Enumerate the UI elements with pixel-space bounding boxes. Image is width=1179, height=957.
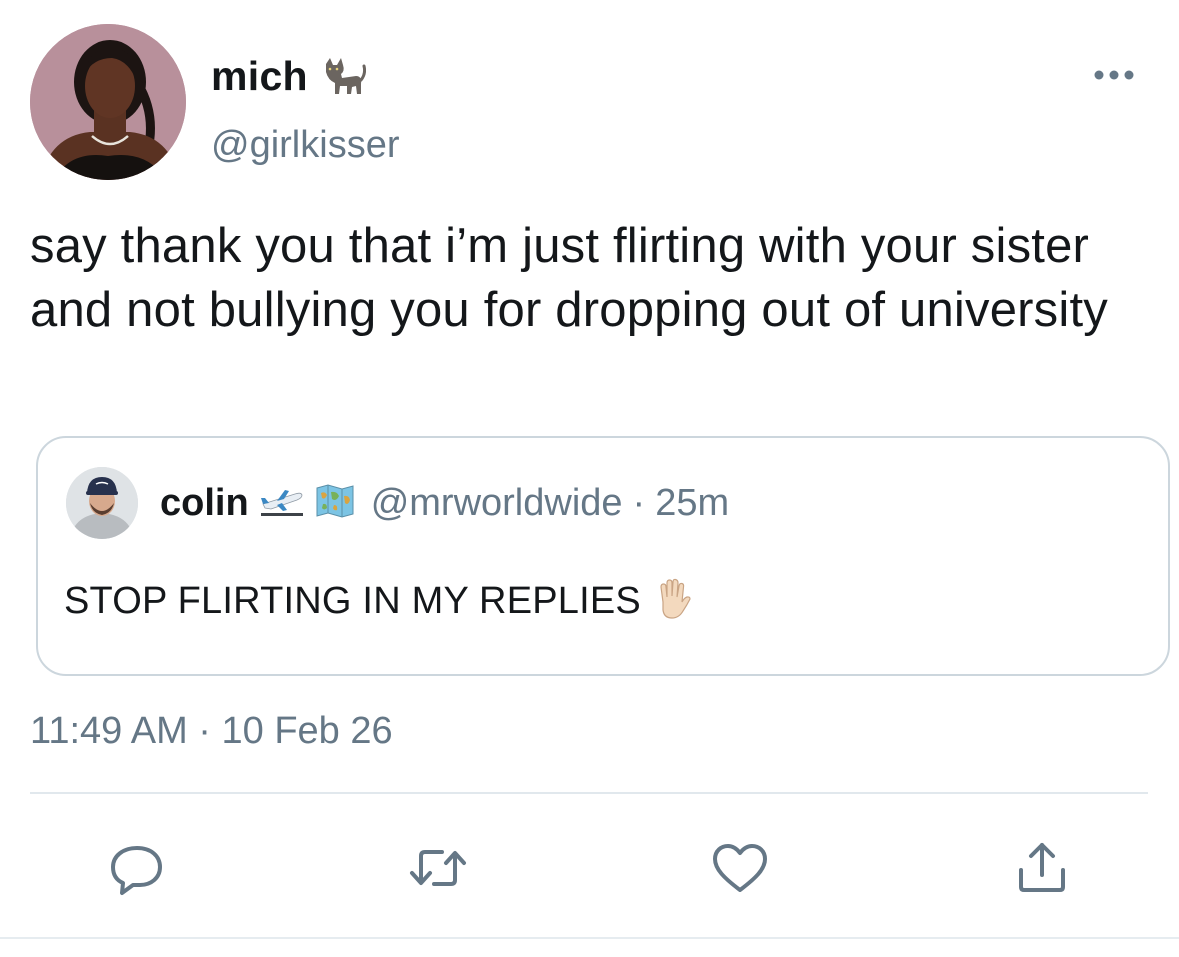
tweet-timestamp[interactable]: 11:49 AM · 10 Feb 26 [30,710,393,753]
world-map-emoji-icon [315,483,355,523]
author-name-row[interactable]: mich [211,50,366,102]
author-handle[interactable]: @girlkisser [211,124,399,167]
quoted-display-name[interactable]: colin [160,482,249,525]
raised-hand-emoji-icon [653,578,693,625]
divider [30,792,1148,794]
retweet-button[interactable] [408,838,468,898]
share-button[interactable] [1012,838,1072,898]
tweet-text: say thank you that i’m just flirting wit… [30,219,1108,337]
heart-icon [713,844,767,892]
quoted-tweet-text: STOP FLIRTING IN MY REPLIES [64,580,641,622]
more-horizontal-icon[interactable] [1092,62,1136,88]
quoted-time[interactable]: 25m [655,482,729,525]
share-icon [1019,843,1065,892]
like-button[interactable] [710,838,770,898]
timestamp-separator: · [198,710,211,752]
airplane-departure-emoji-icon [259,484,305,523]
reply-icon [111,846,162,895]
quoted-tweet-header: colin @mrworldwide · 25m [160,478,729,528]
quoted-text-row: STOP FLIRTING IN MY REPLIES [64,578,693,625]
reply-button[interactable] [107,838,167,898]
timestamp-time: 11:49 AM [30,710,188,752]
bottom-divider [0,937,1179,939]
author-avatar[interactable] [30,24,186,180]
quoted-separator: · [632,481,646,524]
quoted-handle[interactable]: @mrworldwide [371,482,623,525]
author-display-name[interactable]: mich [211,53,308,100]
quoted-author-avatar[interactable] [66,467,138,539]
quoted-tweet-card[interactable]: colin @mrworldwide · 25m STOP FLIRTING I… [36,436,1170,676]
cat-emoji-icon [320,56,366,96]
tweet: mich @girlkisser say thank you that i’m … [0,0,1179,957]
retweet-icon [410,850,466,886]
timestamp-date: 10 Feb 26 [221,710,393,752]
